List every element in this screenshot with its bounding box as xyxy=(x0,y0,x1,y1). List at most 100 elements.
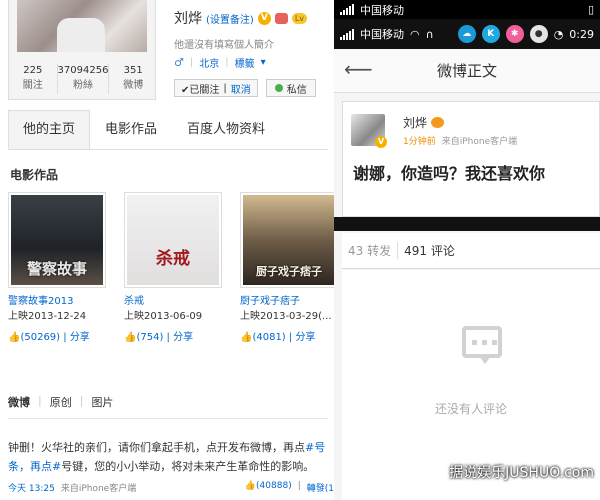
thumbs-up-icon[interactable]: 👍 xyxy=(8,332,20,343)
avatar[interactable] xyxy=(17,0,147,52)
post-like-button[interactable]: 👍(40888) xyxy=(245,481,292,494)
hashtag-link[interactable]: #号 xyxy=(305,441,325,454)
thumbs-up-icon[interactable]: 👍 xyxy=(240,332,252,343)
movie-release-date: 上映2013-06-09 xyxy=(124,311,203,322)
status-clock: 0:29 xyxy=(569,27,594,41)
tab-movies[interactable]: 电影作品 xyxy=(90,110,172,149)
message-icon xyxy=(274,84,283,92)
poster-title: 杀戒 xyxy=(156,249,190,269)
profile-meta-row: ♂ | 北京 | 標籤 ▾ xyxy=(174,55,266,70)
movie-title-link[interactable]: 警察故事2013 xyxy=(8,292,106,307)
k-app-icon: K xyxy=(481,25,500,43)
hashtag-link[interactable]: 条，再点# xyxy=(8,460,61,473)
post-meta: 今天 13:25 来自iPhone客户端 👍(40888) | 轉發(1 xyxy=(8,481,334,494)
movie-item: 杀戒 杀戒 上映2013-06-09 👍(754) | 分享 xyxy=(124,192,222,343)
feed-tabs: 微博 | 原创 | 图片 xyxy=(8,394,328,419)
share-link[interactable]: 分享 xyxy=(70,332,90,343)
like-count[interactable]: (754) xyxy=(136,332,163,343)
thumbs-up-icon[interactable]: 👍 xyxy=(124,332,136,343)
repost-tab[interactable]: 43 转发 xyxy=(342,242,397,259)
stat-number: 37094256 xyxy=(57,65,109,76)
carrier-label: 中国移动 xyxy=(360,3,404,17)
set-remark-link[interactable]: (设置备注) xyxy=(206,11,254,26)
chevron-down-icon[interactable]: ▾ xyxy=(261,57,266,68)
stat-label: 粉絲 xyxy=(73,80,93,91)
post-text-part: 钟删！火华社的亲们，请你们拿起手机，点开发布微博，再点 xyxy=(8,441,305,454)
stat-followers[interactable]: 37094256 粉絲 xyxy=(58,64,110,94)
phone-screen: 中国移动 ▯ 中国移动 ◠ ∩ ☁ K ✱ ● ◔ 0:29 ⟵ 微博正文 V … xyxy=(334,0,600,500)
level-badge: Lv xyxy=(291,12,308,24)
separator: | xyxy=(79,394,84,407)
movie-poster[interactable]: 厨子戏子痞子 xyxy=(240,192,334,288)
header-title: 微博正文 xyxy=(436,62,497,80)
separator: | xyxy=(225,57,229,68)
private-message-button[interactable]: 私信 xyxy=(265,79,316,97)
profile-card: 225 關注 37094256 粉絲 351 微博 xyxy=(8,0,156,100)
stat-label: 關注 xyxy=(22,80,43,91)
share-link[interactable]: 分享 xyxy=(295,332,315,343)
post-counts: 43 转发 491 评论 xyxy=(342,233,600,269)
like-count[interactable]: (4081) xyxy=(252,332,285,343)
feed-tab-original[interactable]: 原创 xyxy=(50,394,72,410)
profile-tabs: 他的主页 电影作品 百度人物资料 xyxy=(8,110,328,150)
movie-like-row: 👍(754) | 分享 xyxy=(124,332,194,343)
web-profile-panel: 225 關注 37094256 粉絲 351 微博 刘烨 (设置备注) V Lv… xyxy=(0,0,334,500)
post-author-name[interactable]: 刘烨 xyxy=(403,114,427,131)
post-time: 1分钟前 来自iPhone客户端 xyxy=(403,134,517,147)
clock-icon: ◔ xyxy=(553,27,564,41)
post-content: 谢娜，你造吗？我还喜欢你 xyxy=(353,164,546,183)
followed-button[interactable]: ✔已關注 | 取消 xyxy=(174,79,258,97)
status-bar: 中国移动 ▯ xyxy=(334,0,600,19)
comment-tab[interactable]: 491 评论 xyxy=(397,242,455,259)
feed-tab-images[interactable]: 图片 xyxy=(91,394,113,410)
movie-title-link[interactable]: 厨子戏子痞子 xyxy=(240,292,334,307)
comment-bubble-icon xyxy=(462,326,502,364)
signal-icon xyxy=(340,28,354,40)
post-time-link[interactable]: 今天 13:25 xyxy=(8,481,55,494)
movie-release-date: 上映2013-12-24 xyxy=(8,311,87,322)
screen-gap xyxy=(334,217,600,231)
share-link[interactable]: 分享 xyxy=(173,332,193,343)
movie-poster[interactable]: 警察故事 xyxy=(8,192,106,288)
movie-list: 警察故事 警察故事2013 上映2013-12-24 👍(50269) | 分享… xyxy=(8,192,334,343)
separator: | xyxy=(223,82,227,94)
tab-baidu-profile[interactable]: 百度人物资料 xyxy=(172,110,280,149)
weibo-post-text: 钟删！火华社的亲们，请你们拿起手机，点开发布微博，再点#号 条，再点#号键，您的… xyxy=(8,438,334,476)
stat-number: 225 xyxy=(23,65,43,76)
signal-icon xyxy=(340,4,354,15)
male-gender-icon: ♂ xyxy=(174,56,184,69)
post-text-part: 号键，您的小小举动，将对未来产生革命性的影响。 xyxy=(61,460,315,473)
tags-link[interactable]: 標籤 xyxy=(235,55,255,70)
followed-label: ✔已關注 xyxy=(181,84,220,96)
movie-release-date: 上映2013-03-29(... xyxy=(240,311,332,322)
repost-link[interactable]: 轉發(1 xyxy=(307,481,334,494)
back-arrow-icon[interactable]: ⟵ xyxy=(344,57,373,81)
unfollow-link[interactable]: 取消 xyxy=(231,81,251,96)
location-link[interactable]: 北京 xyxy=(199,55,219,70)
profile-actions: ✔已關注 | 取消 私信 xyxy=(174,79,316,97)
movie-poster[interactable]: 杀戒 xyxy=(124,192,222,288)
separator: | xyxy=(38,394,42,407)
app-header: ⟵ 微博正文 xyxy=(334,49,600,93)
poster-title: 警察故事 xyxy=(26,260,87,278)
profile-bio: 他還沒有填寫個人簡介 xyxy=(174,40,274,51)
flower-app-icon: ✱ xyxy=(505,25,524,43)
stat-weibo[interactable]: 351 微博 xyxy=(109,64,157,94)
movies-section-title: 电影作品 xyxy=(10,168,59,182)
stat-following[interactable]: 225 關注 xyxy=(9,64,58,94)
verified-v-icon: V xyxy=(375,136,387,148)
movie-title-link[interactable]: 杀戒 xyxy=(124,292,222,307)
empty-comments-text: 还没有人评论 xyxy=(434,402,507,416)
member-badge-icon xyxy=(274,12,288,24)
tab-home[interactable]: 他的主页 xyxy=(8,110,91,149)
post-time-text: 1分钟前 xyxy=(403,137,436,147)
thumbs-up-icon: 👍 xyxy=(244,481,257,491)
like-count[interactable]: (50269) xyxy=(20,332,60,343)
movie-like-row: 👍(4081) | 分享 xyxy=(240,332,316,343)
profile-name-row: 刘烨 (设置备注) V Lv xyxy=(174,8,308,28)
separator: | xyxy=(297,481,301,491)
vibrate-icon: ▯ xyxy=(587,3,594,16)
post-card: V 刘烨 1分钟前 来自iPhone客户端 谢娜，你造吗？我还喜欢你 xyxy=(342,101,600,217)
feed-tab-weibo[interactable]: 微博 xyxy=(8,394,30,410)
stat-number: 351 xyxy=(123,65,143,76)
